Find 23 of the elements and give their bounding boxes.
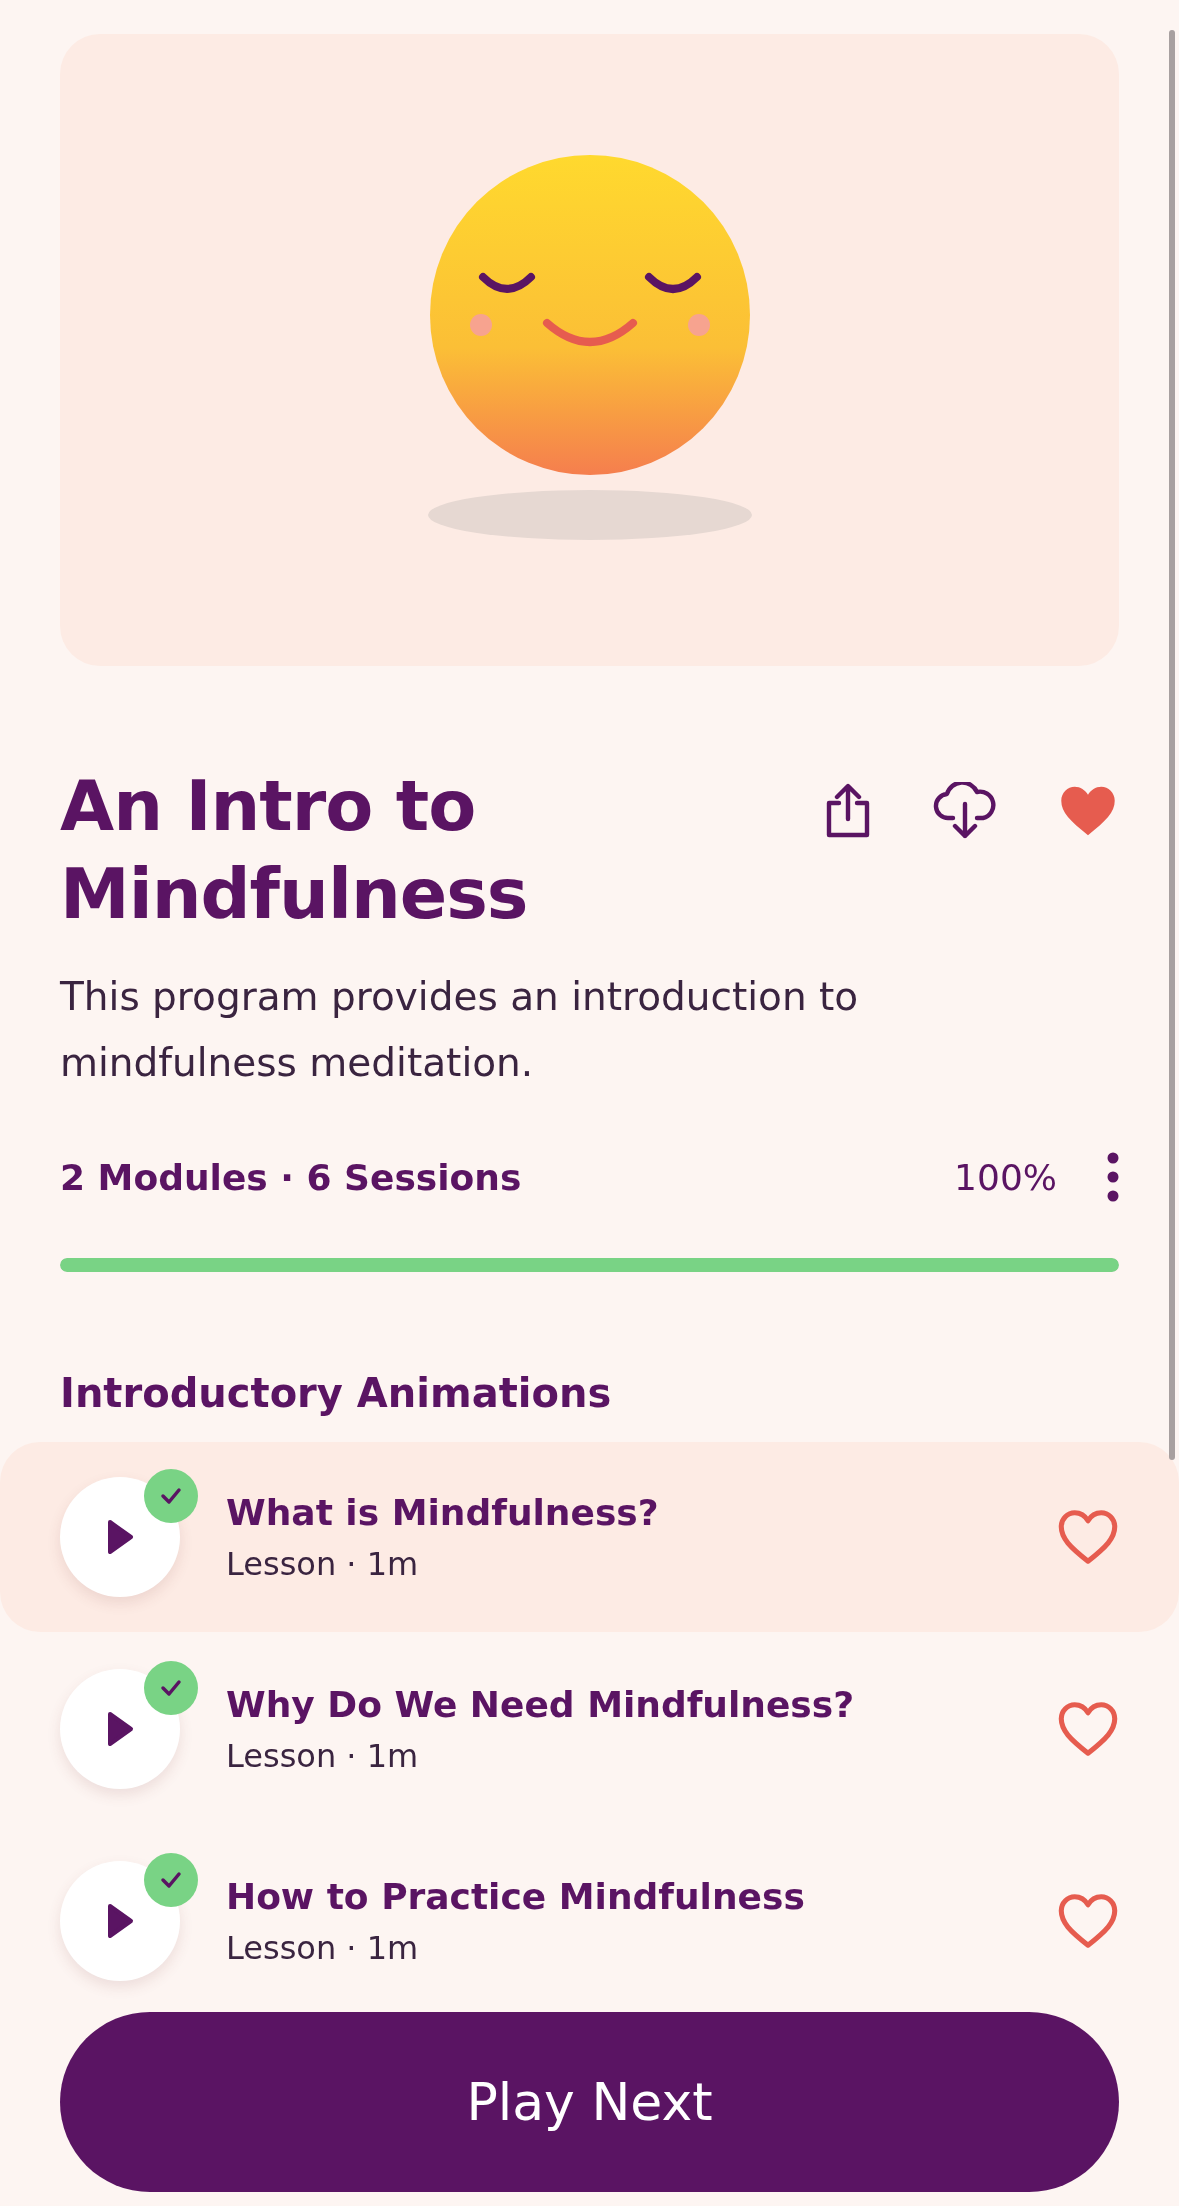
lesson-info: Lesson · 1m — [226, 1928, 420, 1967]
lesson-info: Lesson · 1m — [226, 1544, 420, 1583]
lesson-title: How to Practice Mindfulness — [226, 1875, 806, 1917]
heart-icon[interactable] — [1057, 1701, 1119, 1757]
lesson-info: Lesson · 1m — [226, 1736, 420, 1775]
program-meta: 2 Modules · 6 Sessions — [60, 1156, 523, 1198]
lesson-row[interactable]: Why Do We Need Mindfulness? Lesson · 1m — [0, 1634, 1179, 1824]
play-icon — [105, 1902, 135, 1940]
play-next-button[interactable]: Play Next — [60, 2012, 1119, 2192]
lesson-title: Why Do We Need Mindfulness? — [226, 1683, 856, 1725]
heart-icon[interactable] — [1057, 1893, 1119, 1949]
progress-percent: 100% — [954, 1156, 1057, 1198]
heart-icon[interactable] — [1057, 1509, 1119, 1565]
lesson-row[interactable]: What is Mindfulness? Lesson · 1m — [0, 1442, 1179, 1632]
program-title: An Intro to Mindfulness — [60, 764, 529, 937]
cloud-download-icon[interactable] — [933, 782, 997, 840]
program-description: This program provides an introduction to mindfulness meditation. — [60, 973, 860, 1087]
scrollbar[interactable] — [1169, 30, 1175, 1460]
more-icon[interactable] — [1107, 1152, 1119, 1202]
section-title: Introductory Animations — [60, 1370, 613, 1416]
lesson-title: What is Mindfulness? — [226, 1491, 660, 1533]
play-icon — [105, 1518, 135, 1556]
play-icon — [105, 1710, 135, 1748]
